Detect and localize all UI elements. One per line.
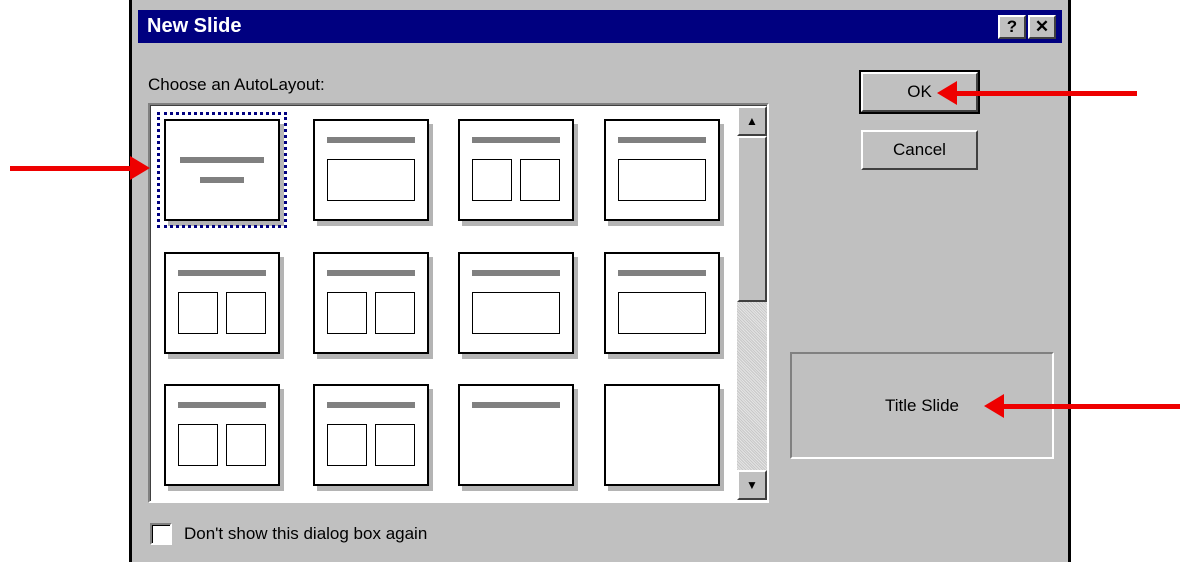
layout-text-and-chart[interactable] [164,252,280,354]
annotation-arrow-preview [984,394,1180,418]
close-button[interactable]: ✕ [1028,15,1056,39]
layout-title-only[interactable] [458,384,574,486]
layout-scrollbar[interactable]: ▲ ▼ [737,106,767,500]
cancel-button[interactable]: Cancel [861,130,978,170]
layout-two-column-text[interactable] [458,119,574,221]
layout-title-slide[interactable] [157,112,287,228]
layout-text-and-clip-art[interactable] [164,384,280,486]
layout-clip-art-and-text[interactable] [313,384,429,486]
title-bar[interactable]: New Slide ? ✕ [138,10,1062,43]
layout-table[interactable] [604,119,720,221]
help-button[interactable]: ? [998,15,1026,39]
annotation-arrow-layout [10,156,150,180]
scroll-down-button[interactable]: ▼ [737,470,767,500]
dont-show-checkbox[interactable] [150,523,172,545]
layout-chart[interactable] [604,252,720,354]
scroll-thumb[interactable] [737,136,767,302]
scroll-up-button[interactable]: ▲ [737,106,767,136]
layout-preview-name: Title Slide [884,395,959,415]
layout-bulleted-list[interactable] [313,119,429,221]
autolayout-label: Choose an AutoLayout: [148,75,325,94]
layout-organization-chart[interactable] [458,252,574,354]
dialog-title: New Slide [147,15,242,37]
layout-chart-and-text[interactable] [313,252,429,354]
dont-show-label[interactable]: Don't show this dialog box again [184,524,427,544]
annotation-arrow-ok [937,81,1137,105]
layout-blank[interactable] [604,384,720,486]
